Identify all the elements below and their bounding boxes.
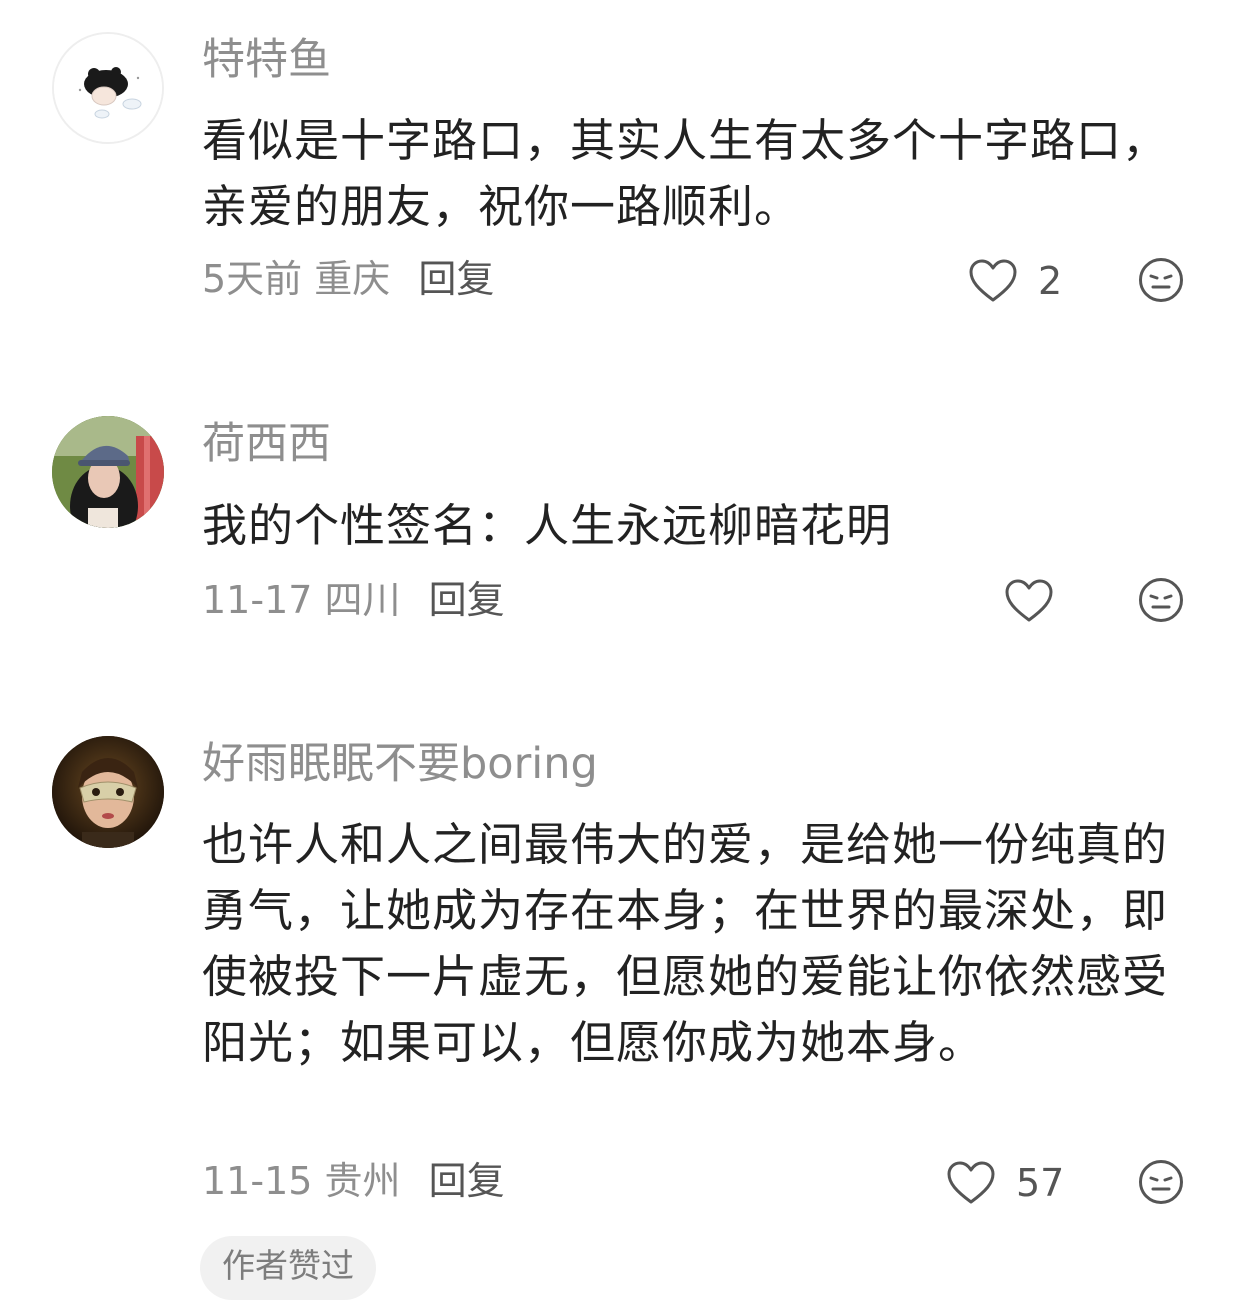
comment-date: 11-17 [202, 578, 313, 622]
like-button[interactable]: 2 [968, 256, 1062, 306]
heart-outline-icon [947, 1161, 995, 1204]
like-button[interactable]: 57 [946, 1158, 1064, 1208]
comment-text: 看似是十字路口，其实人生有太多个十字路口，亲爱的朋友，祝你一路顺利。 [202, 114, 1169, 233]
comment-text: 我的个性签名：人生永远柳暗花明 [202, 499, 893, 552]
like-count: 2 [1038, 259, 1063, 303]
neutral-face-icon [1139, 578, 1183, 622]
neutral-face-icon [1139, 1160, 1183, 1204]
comment-username[interactable]: 好雨眠眠不要boring [202, 736, 598, 792]
dislike-button[interactable] [1137, 256, 1185, 304]
avatar[interactable] [52, 736, 164, 848]
reply-button[interactable]: 回复 [429, 578, 505, 622]
reply-button[interactable]: 回复 [429, 1159, 505, 1203]
neutral-face-icon [1139, 258, 1183, 302]
comment-date: 11-15 [202, 1159, 313, 1203]
heart-outline-icon [969, 259, 1017, 302]
comment-username[interactable]: 荷西西 [202, 416, 331, 472]
heart-outline-icon [1005, 579, 1053, 622]
comment-location: 四川 [324, 578, 401, 622]
avatar-photo-masked-woman-image [52, 736, 164, 848]
comment-location: 贵州 [324, 1159, 401, 1203]
reply-button[interactable]: 回复 [418, 257, 494, 301]
comment-username[interactable]: 特特鱼 [202, 32, 331, 88]
avatar-cartoon-fish-image [54, 34, 162, 142]
comment-meta: 11-15 贵州 回复 [202, 1157, 505, 1205]
comment-meta: 11-17 四川 回复 [202, 576, 505, 624]
comment-meta: 5天前 重庆 回复 [202, 255, 494, 303]
author-liked-badge: 作者赞过 [200, 1236, 376, 1300]
avatar[interactable] [52, 32, 164, 144]
like-button[interactable] [1004, 576, 1054, 626]
comment-text: 也许人和人之间最伟大的爱，是给她一份纯真的勇气，让她成为存在本身；在世界的最深处… [202, 818, 1169, 1069]
dislike-button[interactable] [1137, 576, 1185, 624]
dislike-button[interactable] [1137, 1158, 1185, 1206]
comment-date: 5天前 [202, 257, 303, 301]
like-count: 57 [1016, 1161, 1065, 1205]
avatar[interactable] [52, 416, 164, 528]
comment-location: 重庆 [314, 257, 391, 301]
avatar-photo-girl-cap-image [52, 416, 164, 528]
